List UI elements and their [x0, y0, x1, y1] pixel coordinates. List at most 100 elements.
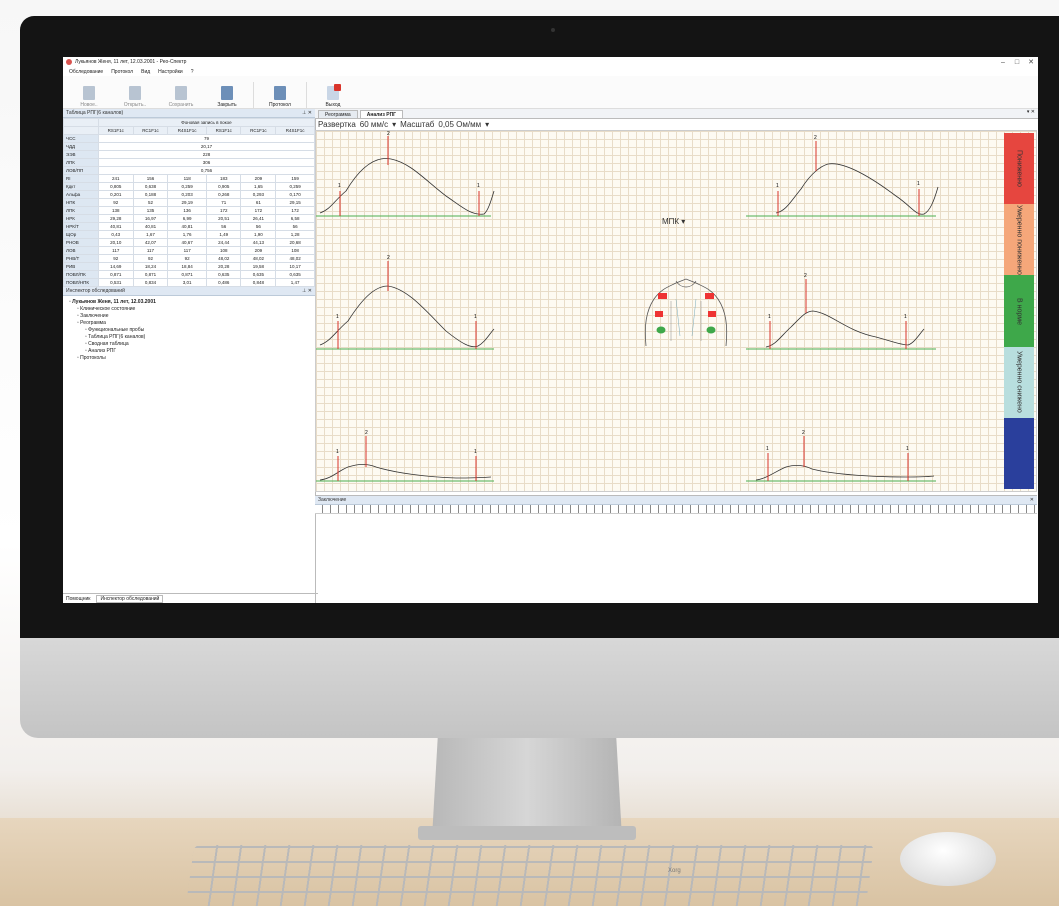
new-exam-button[interactable]: Новое.. — [69, 78, 109, 108]
exit-button[interactable]: Выход — [313, 78, 353, 108]
tree-item[interactable]: ▫ Клиническое состояние — [69, 306, 309, 313]
row-label: НРК — [63, 214, 99, 223]
close-exam-label: Закрыть — [217, 102, 237, 108]
menu-view[interactable]: Вид — [141, 69, 150, 75]
mpk-dropdown[interactable]: МПК ▾ — [662, 217, 685, 226]
close-window-button[interactable]: ✕ — [1024, 58, 1038, 66]
app-icon — [66, 59, 72, 65]
table-cell: 0,756 — [98, 166, 315, 175]
row-label: ЛПК — [63, 206, 99, 215]
table-cell: 92 — [132, 254, 169, 263]
minimize-button[interactable]: – — [996, 59, 1010, 66]
tree-item[interactable]: ▫ Лукьянов Женя, 11 лет, 12.03.2001 — [69, 299, 309, 306]
svg-text:1: 1 — [776, 183, 779, 189]
chevron-down-icon[interactable]: ▾ — [392, 120, 396, 129]
pin-icon[interactable]: ⊥ — [302, 288, 306, 294]
table-cell: 20,28 — [205, 262, 242, 271]
table-cell: 48,02 — [240, 254, 277, 263]
table-cell: 0,848 — [240, 278, 277, 287]
save-button[interactable]: Сохранить — [161, 78, 201, 108]
save-icon — [175, 86, 187, 100]
table-cell: 71 — [205, 198, 242, 207]
tree-item[interactable]: ▫ Протоколы — [69, 355, 309, 362]
menu-settings[interactable]: Настройки — [158, 69, 183, 75]
chevron-down-icon[interactable]: ▾ — [485, 120, 489, 129]
open-button[interactable]: Открыть.. — [115, 78, 155, 108]
row-label: ПОВЛ/НПК — [63, 278, 99, 287]
wave-bottom-right: 1 2 1 — [746, 430, 936, 482]
table-row: ПОВЛ/НПК 0,531 0,834 3,01 0,486 0,848 1,47 — [63, 278, 315, 287]
table-cell: 172 — [205, 206, 242, 215]
status-legend: Пониженно Умеренно пониженно В норме Уме… — [1004, 133, 1034, 490]
close-doc-icon[interactable]: ▾ ✕ — [1027, 109, 1035, 115]
table-cell: 135 — [132, 206, 169, 215]
table-cell: 26,41 — [240, 214, 277, 223]
table-cell: 0,871 — [132, 270, 169, 279]
tree-item[interactable]: ▫ Таблица РПГ(6 каналов) — [69, 334, 309, 341]
new-exam-label: Новое.. — [80, 102, 98, 108]
menu-exam[interactable]: Обследование — [69, 69, 103, 75]
column-header: RC1F1c — [240, 126, 277, 135]
maximize-button[interactable]: □ — [1010, 59, 1024, 66]
tree-item[interactable]: ▫ Сводная таблица — [69, 341, 309, 348]
tab-reogram[interactable]: Реограмма — [318, 110, 358, 118]
table-cell: 0,531 — [98, 278, 134, 287]
tree-item[interactable]: ▫ Заключение — [69, 313, 309, 320]
tab-inspector[interactable]: Инспектор обследований — [96, 594, 164, 603]
save-label: Сохранить — [168, 102, 194, 108]
rheogram-grid: 121 121 121 1 2 1 1 2 1 1 2 1 МПК ▾ Пони… — [315, 130, 1037, 492]
row-label: РИВ — [63, 262, 99, 271]
tree-item[interactable]: ▫ Функциональные пробы — [69, 327, 309, 334]
column-header: R4S1F1c — [275, 126, 315, 135]
table-cell: 20,17 — [98, 142, 315, 151]
row-label: РНОВ — [63, 238, 99, 247]
tree-item-label: Лукьянов Женя, 11 лет, 12.03.2001 — [72, 299, 156, 305]
menu-help[interactable]: ? — [191, 69, 194, 75]
table-row: ЭЭВ 228 — [63, 150, 315, 159]
table-cell: 0,203 — [167, 190, 207, 199]
table-cell: 44,13 — [240, 238, 277, 247]
sweep-label: Развертка — [318, 120, 356, 129]
table-cell: 0,259 — [167, 182, 207, 191]
svg-text:1: 1 — [766, 446, 769, 452]
legend-normal-label: В норме — [1015, 297, 1023, 325]
tree-item[interactable]: ▫ Реограмма — [69, 320, 309, 327]
tree-item[interactable]: ▫ Анализ РПГ — [69, 348, 309, 355]
close-pane-icon[interactable]: ✕ — [1030, 497, 1034, 503]
tab-helper[interactable]: Помощник — [66, 596, 90, 602]
sweep-dropdown[interactable]: 60 мм/с — [360, 120, 388, 129]
table-cell: 0,635 — [205, 270, 242, 279]
table-cell: 118 — [167, 174, 207, 183]
row-label: Альфа — [63, 190, 99, 199]
close-exam-button[interactable]: Закрыть — [207, 78, 247, 108]
row-label: ЧДД — [63, 142, 99, 151]
column-header: RS1F1c — [98, 126, 134, 135]
pin-icon[interactable]: ⊥ — [302, 110, 306, 116]
table-row: ЩОр 0,43 1,67 1,76 1,49 1,90 1,28 — [63, 230, 315, 239]
table-cell: 159 — [275, 174, 315, 183]
close-pane-icon[interactable]: ✕ — [308, 288, 312, 294]
svg-text:1: 1 — [336, 449, 339, 455]
table-cell: 3,01 — [167, 278, 207, 287]
table-cell: 0,635 — [240, 270, 277, 279]
scale-dropdown[interactable]: 0,05 Ом/мм — [438, 120, 481, 129]
table-cell: 40,81 — [167, 222, 207, 231]
protocol-icon — [274, 86, 286, 100]
close-pane-icon[interactable]: ✕ — [308, 110, 312, 116]
conclusion-editor[interactable] — [315, 514, 1037, 602]
table-row: RI 241 156 118 183 209 159 — [63, 174, 315, 183]
exit-label: Выход — [325, 102, 341, 108]
document-area: Реограмма Анализ РПГ ▾ ✕ Развертка 60 мм… — [315, 109, 1038, 603]
table-cell: 56 — [205, 222, 242, 231]
menu-protocol[interactable]: Протокол — [111, 69, 133, 75]
protocol-button[interactable]: Протокол — [260, 78, 300, 108]
title-bar: Лукьянов Женя, 11 лет, 12.03.2001 - Рео-… — [63, 57, 1038, 67]
row-label: ЛОВ — [63, 246, 99, 255]
tab-rpg-analysis[interactable]: Анализ РПГ — [359, 110, 404, 118]
svg-text:2: 2 — [387, 131, 390, 137]
legend-moderately-reduced-label: Умеренно снижено — [1015, 351, 1023, 414]
table-cell: 136 — [167, 206, 207, 215]
table-row: РНВ/Т 92 92 92 48,02 48,02 48,02 — [63, 254, 315, 263]
svg-text:1: 1 — [904, 314, 907, 320]
table-cell: 117 — [132, 246, 169, 255]
